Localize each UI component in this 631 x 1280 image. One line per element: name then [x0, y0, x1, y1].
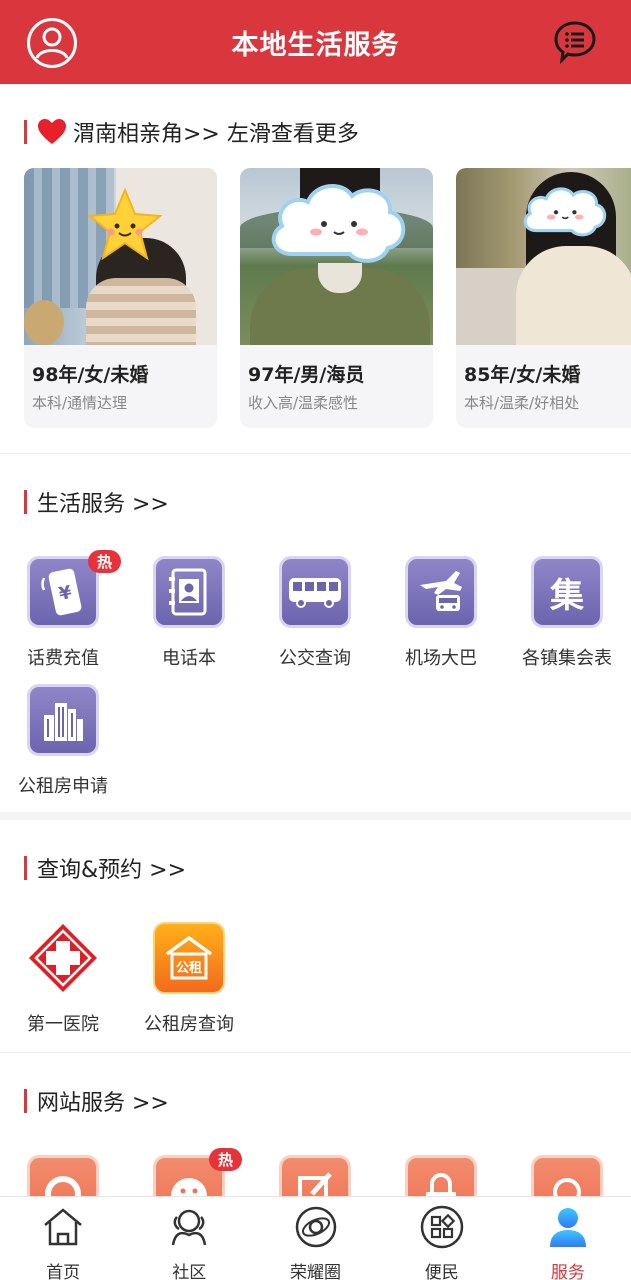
section-divider — [0, 1052, 631, 1053]
cloud-sticker-icon — [271, 183, 406, 263]
query-heading-text: 查询&预约 >> — [37, 858, 187, 883]
service-public-housing-query[interactable]: 公租 公租房查询 — [126, 922, 252, 1036]
orbit-icon — [295, 1206, 336, 1248]
nav-label: 荣耀圈 — [290, 1263, 341, 1280]
service-web-item[interactable] — [252, 1155, 378, 1196]
app-header: 本地生活服务 — [0, 0, 631, 84]
nav-convenience[interactable]: 便民 — [379, 1197, 505, 1280]
service-label: 电话本 — [162, 648, 216, 669]
edit-icon — [279, 1155, 351, 1196]
card-tags: 本科/温柔/好相处 — [464, 394, 580, 412]
service-web-item[interactable] — [0, 1155, 126, 1196]
service-label: 公租房查询 — [144, 1014, 234, 1035]
user-filled-icon — [549, 1208, 586, 1247]
service-airport-bus[interactable]: 机场大巴 — [378, 556, 504, 670]
service-public-housing-apply[interactable]: 公租房申请 — [0, 684, 126, 798]
service-bus-query[interactable]: 公交查询 — [252, 556, 378, 670]
lock-icon — [405, 1155, 477, 1196]
service-label: 各镇集会表 — [522, 648, 612, 669]
nav-services[interactable]: 服务 — [505, 1197, 631, 1280]
market-icon: 集 — [531, 556, 603, 628]
service-first-hospital[interactable]: 第一医院 — [0, 922, 126, 1036]
airport-bus-icon — [405, 556, 477, 628]
profile-photo — [456, 168, 631, 345]
service-label: 机场大巴 — [405, 648, 477, 669]
nav-honor-circle[interactable]: 荣耀圈 — [252, 1197, 378, 1280]
service-web-item[interactable]: 热 — [126, 1148, 252, 1196]
home-icon — [44, 1208, 82, 1246]
cloud-sticker-icon — [523, 187, 607, 237]
service-town-market[interactable]: 集 各镇集会表 — [504, 556, 630, 670]
card-tags: 本科/通情达理 — [32, 394, 128, 412]
nav-label: 首页 — [46, 1263, 81, 1280]
chat-list-icon[interactable] — [553, 20, 597, 65]
community-icon — [172, 1209, 207, 1246]
life-services-heading[interactable]: 生活服务 >> — [24, 486, 169, 518]
public-housing-icon: 公租 — [153, 922, 225, 994]
heading-accent-bar — [24, 490, 27, 514]
market-glyph: 集 — [550, 575, 584, 616]
dating-heading[interactable]: 渭南相亲角>> 左滑查看更多 — [24, 116, 359, 148]
dating-card[interactable]: 97年/男/海员 收入高/温柔感性 — [240, 168, 433, 428]
web-services-heading[interactable]: 网站服务 >> — [24, 1085, 169, 1117]
query-heading[interactable]: 查询&预约 >> — [24, 852, 186, 884]
buildings-icon — [27, 684, 99, 756]
heading-accent-bar — [24, 1089, 27, 1113]
person-icon — [531, 1155, 603, 1196]
service-label: 公租房申请 — [18, 776, 108, 797]
dating-card[interactable]: 98年/女/未婚 本科/通情达理 — [24, 168, 217, 428]
nav-home[interactable]: 首页 — [0, 1197, 126, 1280]
nav-label: 社区 — [172, 1263, 207, 1280]
hot-badge: 热 — [87, 550, 121, 573]
service-phone-recharge[interactable]: ¥ 热 话费充值 — [0, 550, 126, 670]
heading-accent-bar — [24, 120, 27, 144]
hospital-cross-icon — [29, 924, 97, 992]
contact-book-icon — [153, 556, 225, 628]
dating-card[interactable]: 85年/女/未婚 本科/温柔/好相处 — [456, 168, 631, 428]
profile-photo — [240, 168, 433, 345]
service-label: 第一医院 — [27, 1014, 99, 1035]
card-basic-info: 85年/女/未婚 — [464, 364, 581, 386]
heart-icon — [38, 119, 66, 144]
refresh-icon — [27, 1155, 99, 1196]
section-divider — [0, 812, 631, 820]
apps-icon — [420, 1205, 463, 1249]
life-services-heading-text: 生活服务 >> — [37, 492, 169, 517]
phone-recharge-icon: ¥ — [27, 556, 99, 628]
web-services-heading-text: 网站服务 >> — [37, 1091, 169, 1116]
service-web-item[interactable] — [378, 1155, 504, 1196]
dating-heading-text: 渭南相亲角>> 左滑查看更多 — [73, 122, 359, 147]
card-basic-info: 98年/女/未婚 — [32, 364, 149, 386]
service-web-item[interactable] — [504, 1155, 630, 1196]
card-tags: 收入高/温柔感性 — [248, 394, 359, 412]
nav-label: 便民 — [424, 1263, 459, 1280]
nav-label: 服务 — [550, 1263, 585, 1280]
bottom-nav: 首页 社区 荣耀圈 便民 服务 — [0, 1196, 631, 1280]
user-icon[interactable] — [26, 17, 78, 69]
dating-card-list[interactable]: 98年/女/未婚 本科/通情达理 97年/男/海员 收入高/温柔感性 85年/女… — [24, 168, 631, 430]
heading-accent-bar — [24, 856, 27, 880]
housing-glyph: 公租 — [175, 961, 202, 976]
service-phone-book[interactable]: 电话本 — [126, 556, 252, 670]
profile-photo — [24, 168, 217, 345]
star-sticker-icon — [87, 187, 163, 261]
bus-icon — [279, 556, 351, 628]
card-basic-info: 97年/男/海员 — [248, 364, 365, 386]
section-divider — [0, 453, 631, 454]
nav-community[interactable]: 社区 — [126, 1197, 252, 1280]
hot-badge: 热 — [208, 1148, 242, 1171]
page-title: 本地生活服务 — [231, 29, 400, 61]
service-label: 公交查询 — [279, 648, 351, 669]
service-label: 话费充值 — [27, 648, 99, 669]
